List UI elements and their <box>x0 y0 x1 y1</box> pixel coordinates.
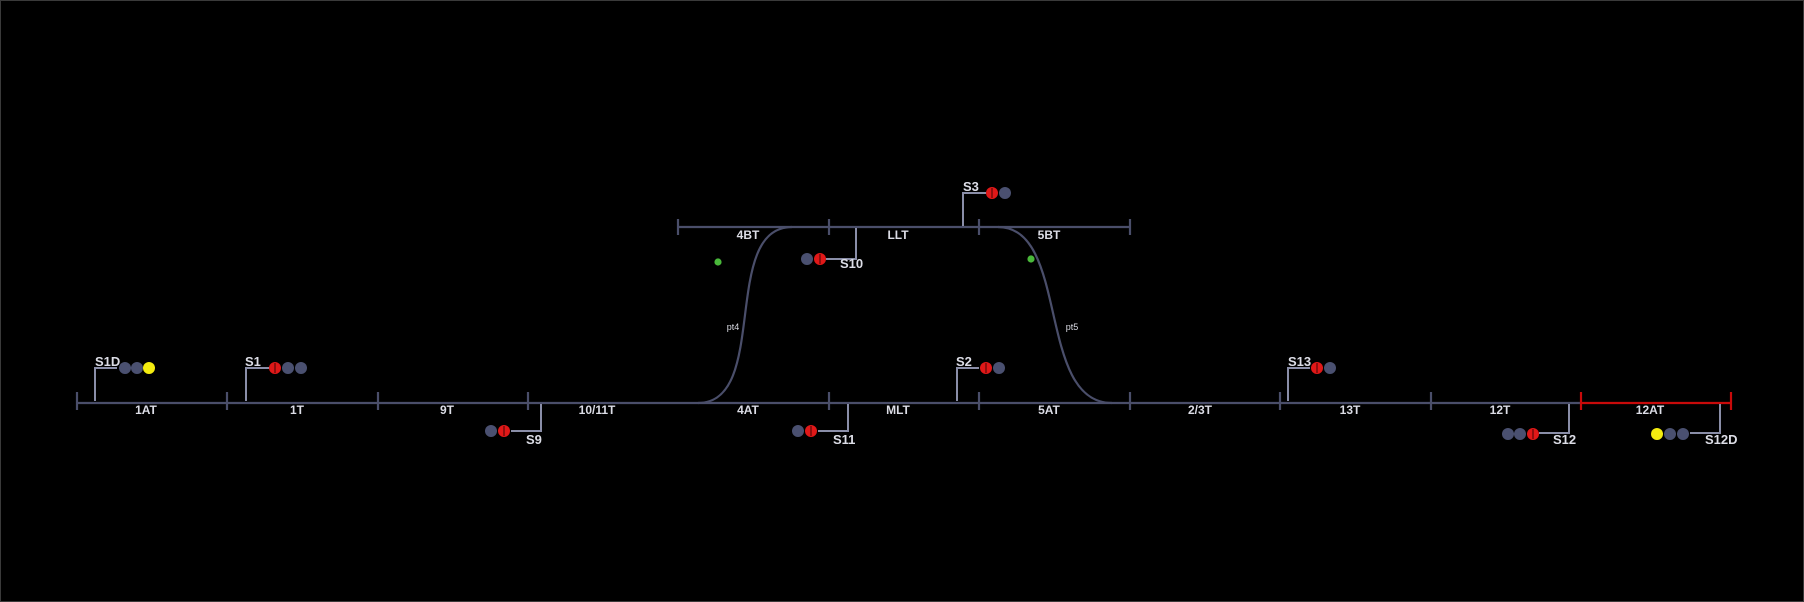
signal-post <box>956 367 979 401</box>
signal-label-S3: S3 <box>963 179 979 194</box>
signal-lamp-off <box>119 362 131 374</box>
signal-S9[interactable]: S9 <box>485 404 542 447</box>
signal-post <box>1690 404 1721 434</box>
signal-S1[interactable]: S1 <box>245 354 307 401</box>
section-label-12AT[interactable]: 12AT <box>1636 403 1665 417</box>
point-5-curve[interactable] <box>997 225 1113 405</box>
signal-S1D[interactable]: S1D <box>94 354 155 401</box>
signal-post <box>1287 367 1310 401</box>
signal-S10[interactable]: S10 <box>801 228 863 271</box>
signal-label-S12: S12 <box>1553 432 1576 447</box>
signal-S13[interactable]: S13 <box>1287 354 1336 401</box>
point-4-curve[interactable] <box>697 225 793 405</box>
signal-lamp-off <box>282 362 294 374</box>
signal-lamp-off <box>801 253 813 265</box>
signal-lamp-yellow <box>143 362 155 374</box>
section-label-10-11T[interactable]: 10/11T <box>579 403 616 417</box>
section-label-4AT[interactable]: 4AT <box>737 403 759 417</box>
signal-S12[interactable]: S12 <box>1502 404 1576 447</box>
section-label-2-3T[interactable]: 2/3T <box>1188 403 1213 417</box>
signal-label-S1D: S1D <box>95 354 120 369</box>
signal-lamp-off <box>1514 428 1526 440</box>
section-label-MLT[interactable]: MLT <box>886 403 910 417</box>
signal-lamp-off <box>993 362 1005 374</box>
signal-label-S9: S9 <box>526 432 542 447</box>
signal-post <box>818 404 849 432</box>
section-label-5AT[interactable]: 5AT <box>1038 403 1060 417</box>
signal-post <box>826 228 857 260</box>
signal-post <box>962 192 986 226</box>
section-label-12T[interactable]: 12T <box>1490 403 1511 417</box>
section-label-LLT[interactable]: LLT <box>887 228 909 242</box>
section-label-5BT[interactable]: 5BT <box>1038 228 1061 242</box>
signal-post <box>94 367 117 401</box>
point-4-indicator <box>714 258 722 266</box>
section-label-9T[interactable]: 9T <box>440 403 455 417</box>
point-label-pt4: pt4 <box>727 322 740 332</box>
section-label-13T[interactable]: 13T <box>1340 403 1361 417</box>
signal-post <box>1539 404 1570 434</box>
signal-label-S11: S11 <box>833 432 855 447</box>
signal-lamp-yellow <box>1651 428 1663 440</box>
signal-lamp-off <box>999 187 1011 199</box>
signal-label-S2: S2 <box>956 354 972 369</box>
signal-lamp-off <box>1677 428 1689 440</box>
signal-lamp-off <box>485 425 497 437</box>
signal-label-S13: S13 <box>1288 354 1311 369</box>
signal-S3[interactable]: S3 <box>962 179 1011 226</box>
signal-label-S12D: S12D <box>1705 432 1738 447</box>
signal-label-S10: S10 <box>840 256 863 271</box>
signal-lamp-off <box>295 362 307 374</box>
signal-lamp-off <box>792 425 804 437</box>
point-5-indicator <box>1027 255 1035 263</box>
point-label-pt5: pt5 <box>1066 322 1079 332</box>
signal-post <box>511 404 542 432</box>
section-label-1T[interactable]: 1T <box>290 403 305 417</box>
signal-lamp-off <box>131 362 143 374</box>
signal-label-S1: S1 <box>245 354 261 369</box>
section-label-1AT[interactable]: 1AT <box>135 403 157 417</box>
signal-lamp-off <box>1502 428 1514 440</box>
signal-S11[interactable]: S11 <box>792 404 855 447</box>
track-diagram: pt4 pt5 1AT 1T 9T 10/11T 4AT MLT 5AT 2/3… <box>75 179 1738 447</box>
signal-S2[interactable]: S2 <box>956 354 1005 401</box>
section-label-4BT[interactable]: 4BT <box>737 228 760 242</box>
signal-lamp-off <box>1664 428 1676 440</box>
signal-post <box>245 367 269 401</box>
signal-lamp-off <box>1324 362 1336 374</box>
section-labels: 1AT 1T 9T 10/11T 4AT MLT 5AT 2/3T 13T 12… <box>135 228 1665 417</box>
